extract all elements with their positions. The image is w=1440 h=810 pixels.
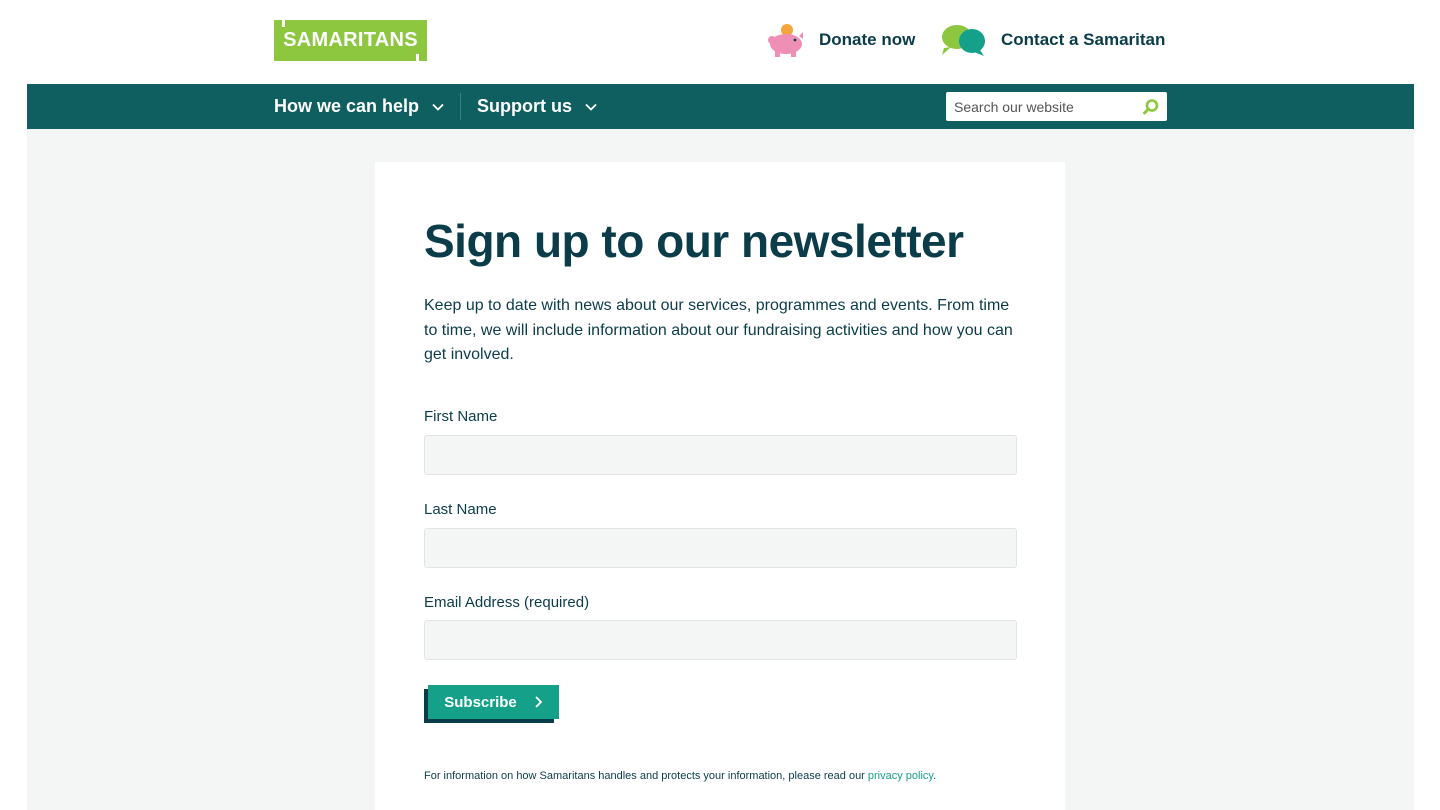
last-name-input[interactable]	[424, 528, 1017, 568]
subscribe-button[interactable]: Subscribe	[428, 685, 559, 719]
contact-samaritan-link[interactable]: Contact a Samaritan	[940, 22, 1165, 58]
search-box	[946, 92, 1167, 121]
speech-bubbles-icon	[940, 22, 988, 58]
page-title: Sign up to our newsletter	[424, 215, 964, 267]
nav-how-we-can-help[interactable]: How we can help	[274, 84, 445, 129]
search-icon	[1143, 98, 1159, 114]
main-nav: How we can help Support us	[27, 84, 1414, 129]
privacy-note: For information on how Samaritans handle…	[424, 770, 936, 782]
piggy-bank-icon	[766, 22, 806, 58]
privacy-policy-link[interactable]: privacy policy	[868, 770, 933, 782]
logo-text: SAMARITANS	[283, 29, 418, 51]
donate-now-label: Donate now	[819, 30, 916, 49]
site-header: SAMARITANS Donate now Contact a Samarita…	[0, 0, 1440, 84]
last-name-label: Last Name	[424, 501, 497, 518]
contact-samaritan-label: Contact a Samaritan	[1001, 30, 1166, 49]
nav-item-label: Support us	[477, 96, 572, 116]
first-name-input[interactable]	[424, 435, 1017, 475]
chevron-right-icon	[535, 696, 543, 708]
nav-support-us[interactable]: Support us	[477, 84, 598, 129]
donate-now-link[interactable]: Donate now	[766, 22, 915, 58]
subscribe-wrapper: Subscribe	[424, 685, 559, 723]
subscribe-label: Subscribe	[444, 693, 517, 711]
search-button[interactable]	[1135, 92, 1167, 121]
samaritans-logo[interactable]: SAMARITANS	[274, 20, 427, 61]
email-input[interactable]	[424, 620, 1017, 660]
first-name-label: First Name	[424, 408, 498, 425]
privacy-text: For information on how Samaritans handle…	[424, 770, 868, 782]
email-label: Email Address (required)	[424, 594, 590, 611]
chevron-down-icon	[585, 103, 597, 111]
nav-item-label: How we can help	[274, 96, 420, 116]
chevron-down-icon	[432, 103, 444, 111]
search-input[interactable]	[946, 92, 1135, 121]
privacy-suffix: .	[933, 770, 937, 782]
nav-divider	[460, 93, 461, 120]
intro-text: Keep up to date with news about our serv…	[424, 297, 1013, 363]
